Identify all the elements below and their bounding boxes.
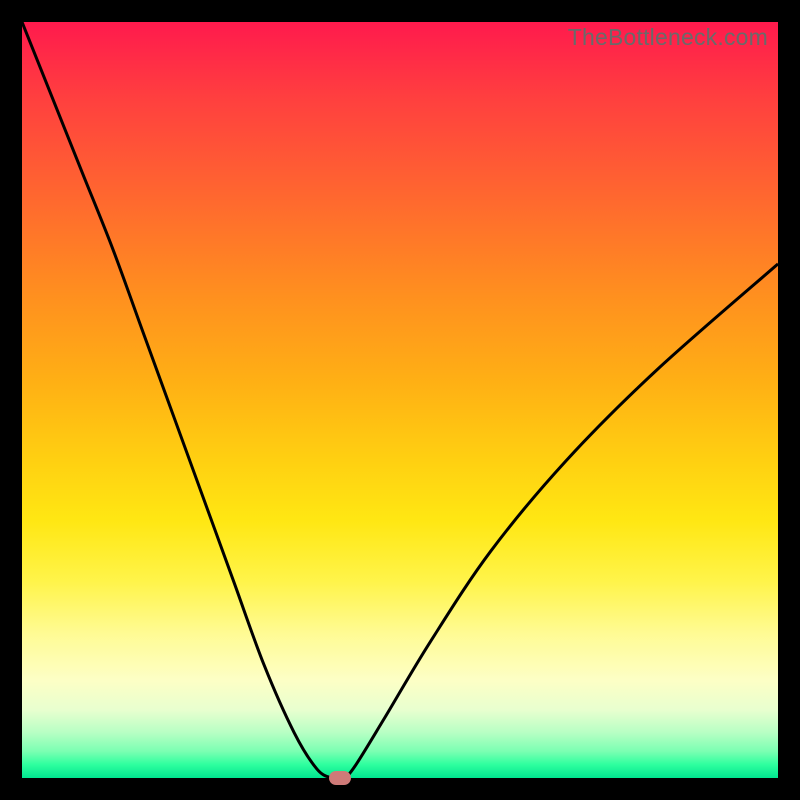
bottleneck-curve bbox=[22, 22, 778, 778]
plot-area: TheBottleneck.com bbox=[22, 22, 778, 778]
chart-frame: TheBottleneck.com bbox=[0, 0, 800, 800]
optimal-point-marker bbox=[329, 771, 351, 785]
